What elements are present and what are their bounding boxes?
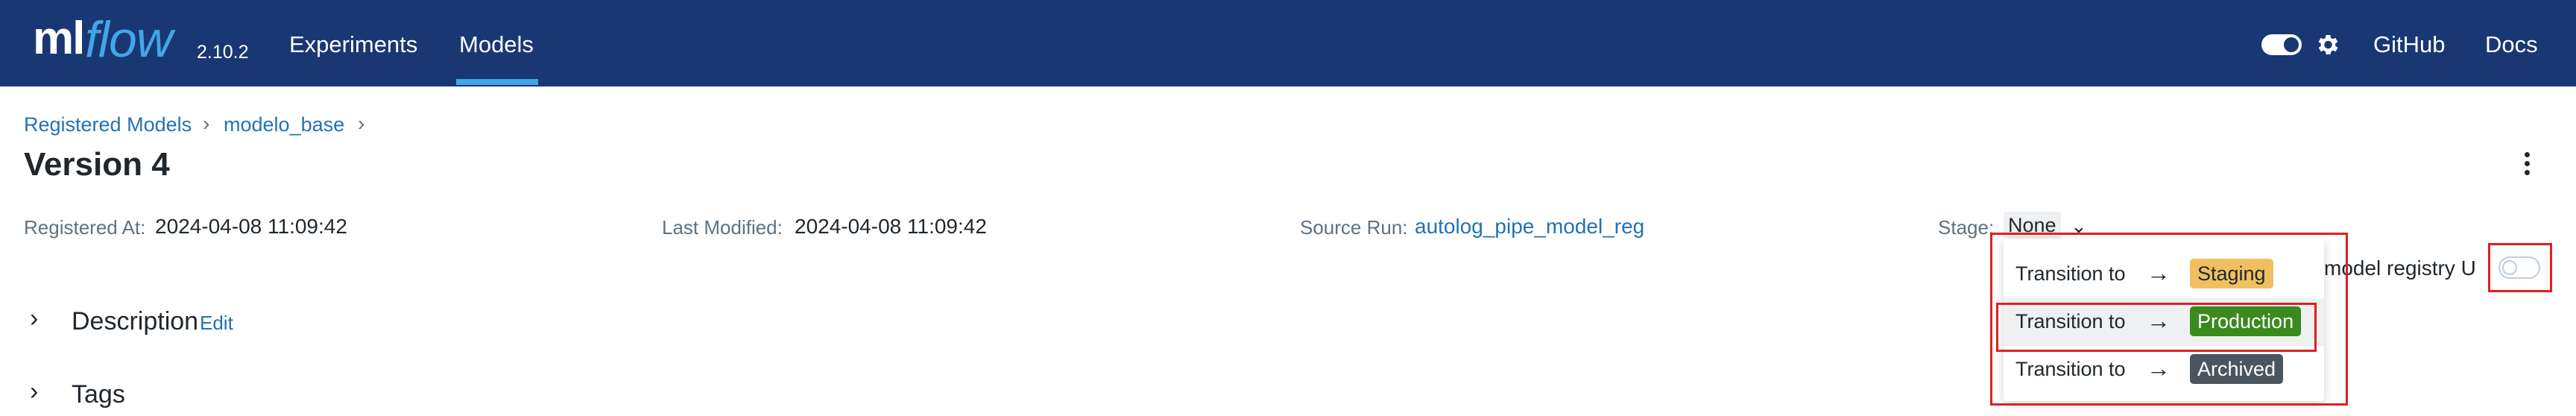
nav-docs[interactable]: Docs [2485, 31, 2538, 58]
transition-label: Transition to [2015, 358, 2126, 380]
arrow-right-icon: → [2147, 259, 2171, 286]
top-navbar: ml flow 2.10.2 Experiments Models GitHub… [0, 0, 2576, 86]
last-modified-label: Last Modified: [662, 216, 783, 239]
source-run-link[interactable]: autolog_pipe_model_reg [1415, 215, 1644, 239]
transition-staging-item[interactable]: Transition to → Staging [2004, 250, 2324, 298]
tags-section-title[interactable]: Tags [72, 380, 125, 409]
transition-label: Transition to [2015, 310, 2126, 333]
new-model-registry-ui-label: w model registry U [2303, 256, 2476, 280]
logo-flow-text: flow [85, 11, 173, 68]
archived-badge: Archived [2190, 354, 2284, 384]
new-ui-toggle[interactable] [2498, 256, 2540, 279]
breadcrumb-registered-models[interactable]: Registered Models [24, 113, 192, 136]
chevron-down-icon[interactable]: ⌄ [2071, 215, 2087, 238]
arrow-right-icon: → [2147, 355, 2171, 382]
description-section-title[interactable]: Description [72, 307, 198, 336]
registered-at-label: Registered At: [24, 216, 146, 239]
registered-at-value: 2024-04-08 11:09:42 [155, 215, 347, 238]
kebab-menu-icon[interactable] [2519, 152, 2534, 179]
source-run-label: Source Run: [1300, 216, 1408, 239]
arrow-right-icon: → [2147, 307, 2171, 334]
stage-transition-menu: Transition to → Staging Transition to → … [2004, 239, 2324, 401]
nav-experiments[interactable]: Experiments [289, 31, 417, 58]
transition-archived-item[interactable]: Transition to → Archived [2004, 346, 2324, 394]
page-title: Version 4 [24, 146, 170, 183]
stage-label: Stage: [1938, 216, 1995, 239]
chevron-right-icon[interactable]: › [30, 304, 38, 333]
staging-badge: Staging [2190, 259, 2273, 289]
theme-toggle-icon[interactable] [2261, 34, 2302, 55]
stage-select[interactable]: None [2004, 212, 2061, 239]
gear-icon[interactable] [2314, 31, 2340, 58]
transition-production-item[interactable]: Transition to → Production [2004, 298, 2324, 346]
version-label: 2.10.2 [197, 42, 249, 63]
chevron-right-icon: › [203, 112, 210, 135]
active-nav-indicator [456, 79, 538, 85]
chevron-right-icon[interactable]: › [30, 377, 38, 406]
breadcrumb-model-name[interactable]: modelo_base [224, 113, 344, 136]
production-badge: Production [2190, 306, 2302, 336]
logo-ml-text: ml [33, 13, 85, 64]
nav-github[interactable]: GitHub [2373, 31, 2445, 58]
description-edit-link[interactable]: Edit [200, 312, 233, 335]
last-modified-value: 2024-04-08 11:09:42 [795, 215, 987, 238]
nav-models[interactable]: Models [459, 31, 534, 58]
transition-label: Transition to [2015, 262, 2126, 285]
chevron-right-icon: › [358, 112, 365, 135]
